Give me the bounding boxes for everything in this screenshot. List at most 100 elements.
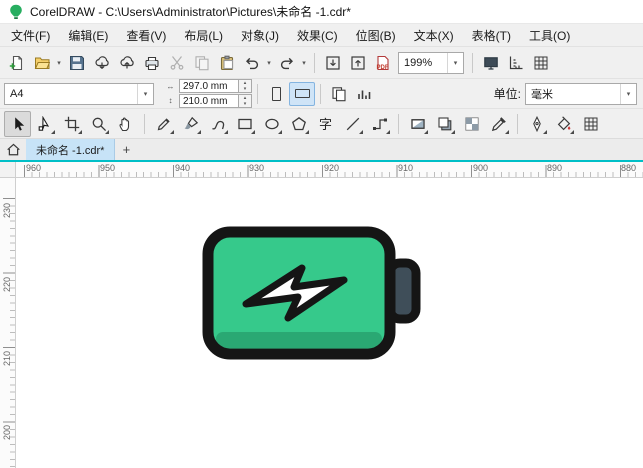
workspace: 960 950 940 930 920 910 900 890 880 230 …: [0, 162, 643, 468]
save-button[interactable]: [64, 50, 89, 75]
battery-artwork[interactable]: [202, 226, 442, 372]
open-button[interactable]: [29, 50, 54, 75]
open-folder-icon: [34, 55, 50, 71]
pan-tool[interactable]: [112, 111, 139, 137]
page-width-field[interactable]: 297.0 mm: [179, 79, 239, 93]
show-grid-button[interactable]: [528, 50, 553, 75]
export-icon: [350, 55, 366, 71]
new-document-button[interactable]: [4, 50, 29, 75]
units-combo[interactable]: 毫米 ▾: [525, 82, 637, 105]
menu-file[interactable]: 文件(F): [2, 25, 59, 46]
drawing-canvas[interactable]: [16, 178, 643, 468]
dimension-tool[interactable]: [339, 111, 366, 137]
save-icon: [69, 55, 85, 71]
ellipse-tool[interactable]: [258, 111, 285, 137]
mesh-fill-tool[interactable]: [577, 111, 604, 137]
save-to-cloud-button[interactable]: [114, 50, 139, 75]
smart-fill-tool[interactable]: [550, 111, 577, 137]
rectangle-tool[interactable]: [231, 111, 258, 137]
units-dropdown-arrow[interactable]: ▾: [620, 83, 636, 104]
publish-pdf-button[interactable]: PDF: [370, 50, 395, 75]
fill-gradient-icon: [410, 116, 426, 132]
welcome-screen-button[interactable]: [0, 139, 26, 160]
new-document-icon: [9, 55, 25, 71]
propbar-separator: [320, 83, 321, 104]
redo-dropdown-arrow[interactable]: ▾: [299, 51, 309, 75]
document-tab-label: 未命名 -1.cdr*: [36, 144, 105, 157]
paste-button[interactable]: [214, 50, 239, 75]
drop-shadow-tool[interactable]: [431, 111, 458, 137]
document-tab-active[interactable]: 未命名 -1.cdr*: [26, 139, 116, 160]
page-size-dropdown-arrow[interactable]: ▾: [137, 83, 153, 104]
landscape-button[interactable]: [289, 81, 315, 106]
menu-view[interactable]: 查看(V): [117, 25, 175, 46]
artistic-media-tool[interactable]: [177, 111, 204, 137]
vruler-label: 220: [2, 276, 12, 292]
spin-down-icon[interactable]: ▾: [239, 86, 251, 92]
polygon-tool[interactable]: [285, 111, 312, 137]
pick-tool[interactable]: [4, 110, 31, 137]
undo-dropdown-arrow[interactable]: ▾: [264, 51, 274, 75]
page-height-field[interactable]: 210.0 mm: [179, 94, 239, 108]
export-button[interactable]: [345, 50, 370, 75]
menu-table[interactable]: 表格(T): [463, 25, 520, 46]
spin-down-icon[interactable]: ▾: [239, 101, 251, 107]
outline-pen-tool[interactable]: [523, 111, 550, 137]
portrait-button[interactable]: [263, 82, 289, 106]
menu-text[interactable]: 文本(X): [405, 25, 463, 46]
text-tool[interactable]: 字: [312, 111, 339, 137]
all-pages-button[interactable]: [326, 81, 351, 106]
show-rulers-button[interactable]: [503, 50, 528, 75]
fullscreen-preview-button[interactable]: [478, 50, 503, 75]
undo-button[interactable]: [239, 50, 264, 75]
curve-tool[interactable]: [204, 111, 231, 137]
open-dropdown-arrow[interactable]: ▾: [54, 51, 64, 75]
menu-object[interactable]: 对象(J): [232, 25, 288, 46]
page-size-combo[interactable]: A4 ▾: [4, 82, 154, 105]
page-size-value: A4: [10, 87, 24, 100]
connector-tool[interactable]: [366, 111, 393, 137]
curve-icon: [210, 116, 226, 132]
import-button[interactable]: [320, 50, 345, 75]
pick-arrow-icon: [10, 116, 26, 132]
import-icon: [325, 55, 341, 71]
menu-layout[interactable]: 布局(L): [175, 25, 232, 46]
menu-effects[interactable]: 效果(C): [288, 25, 347, 46]
cut-button[interactable]: [164, 50, 189, 75]
page-height-stepper[interactable]: ▴ ▾: [239, 94, 252, 108]
hand-icon: [118, 116, 134, 132]
zoom-dropdown-arrow[interactable]: ▾: [447, 52, 463, 73]
redo-button[interactable]: [274, 50, 299, 75]
interactive-fill-tool[interactable]: [404, 111, 431, 137]
transparency-tool[interactable]: [458, 111, 485, 137]
landscape-icon: [294, 89, 310, 98]
shape-tool[interactable]: [31, 111, 58, 137]
pencil-icon: [156, 116, 172, 132]
crop-tool[interactable]: [58, 111, 85, 137]
copy-button[interactable]: [189, 50, 214, 75]
hruler-label: 960: [26, 163, 42, 173]
current-page-button[interactable]: [351, 81, 376, 106]
menu-edit[interactable]: 编辑(E): [59, 25, 117, 46]
open-from-cloud-button[interactable]: [89, 50, 114, 75]
units-group: 单位: 毫米 ▾: [493, 82, 639, 105]
zoom-tool[interactable]: [85, 111, 112, 137]
page-width-stepper[interactable]: ▴ ▾: [239, 79, 252, 93]
ruler-origin-corner[interactable]: [0, 162, 16, 178]
standard-toolbar: ▾ ▾ ▾ PDF 199% ▾: [0, 46, 643, 78]
zoom-level-combo[interactable]: 199% ▾: [398, 51, 464, 74]
menu-bitmaps[interactable]: 位图(B): [347, 25, 405, 46]
horizontal-ruler[interactable]: 960 950 940 930 920 910 900 890 880: [16, 162, 643, 178]
printer-icon: [144, 55, 160, 71]
hruler-label: 950: [100, 163, 116, 173]
ellipse-icon: [264, 116, 280, 132]
print-button[interactable]: [139, 50, 164, 75]
brush-icon: [183, 116, 199, 132]
connector-icon: [372, 116, 388, 132]
new-tab-button[interactable]: +: [115, 139, 137, 160]
units-label: 单位:: [493, 87, 521, 101]
freehand-tool[interactable]: [150, 111, 177, 137]
color-eyedropper-tool[interactable]: [485, 111, 512, 137]
menu-tools[interactable]: 工具(O): [520, 25, 579, 46]
vertical-ruler[interactable]: 230 220 210 200: [0, 178, 16, 468]
